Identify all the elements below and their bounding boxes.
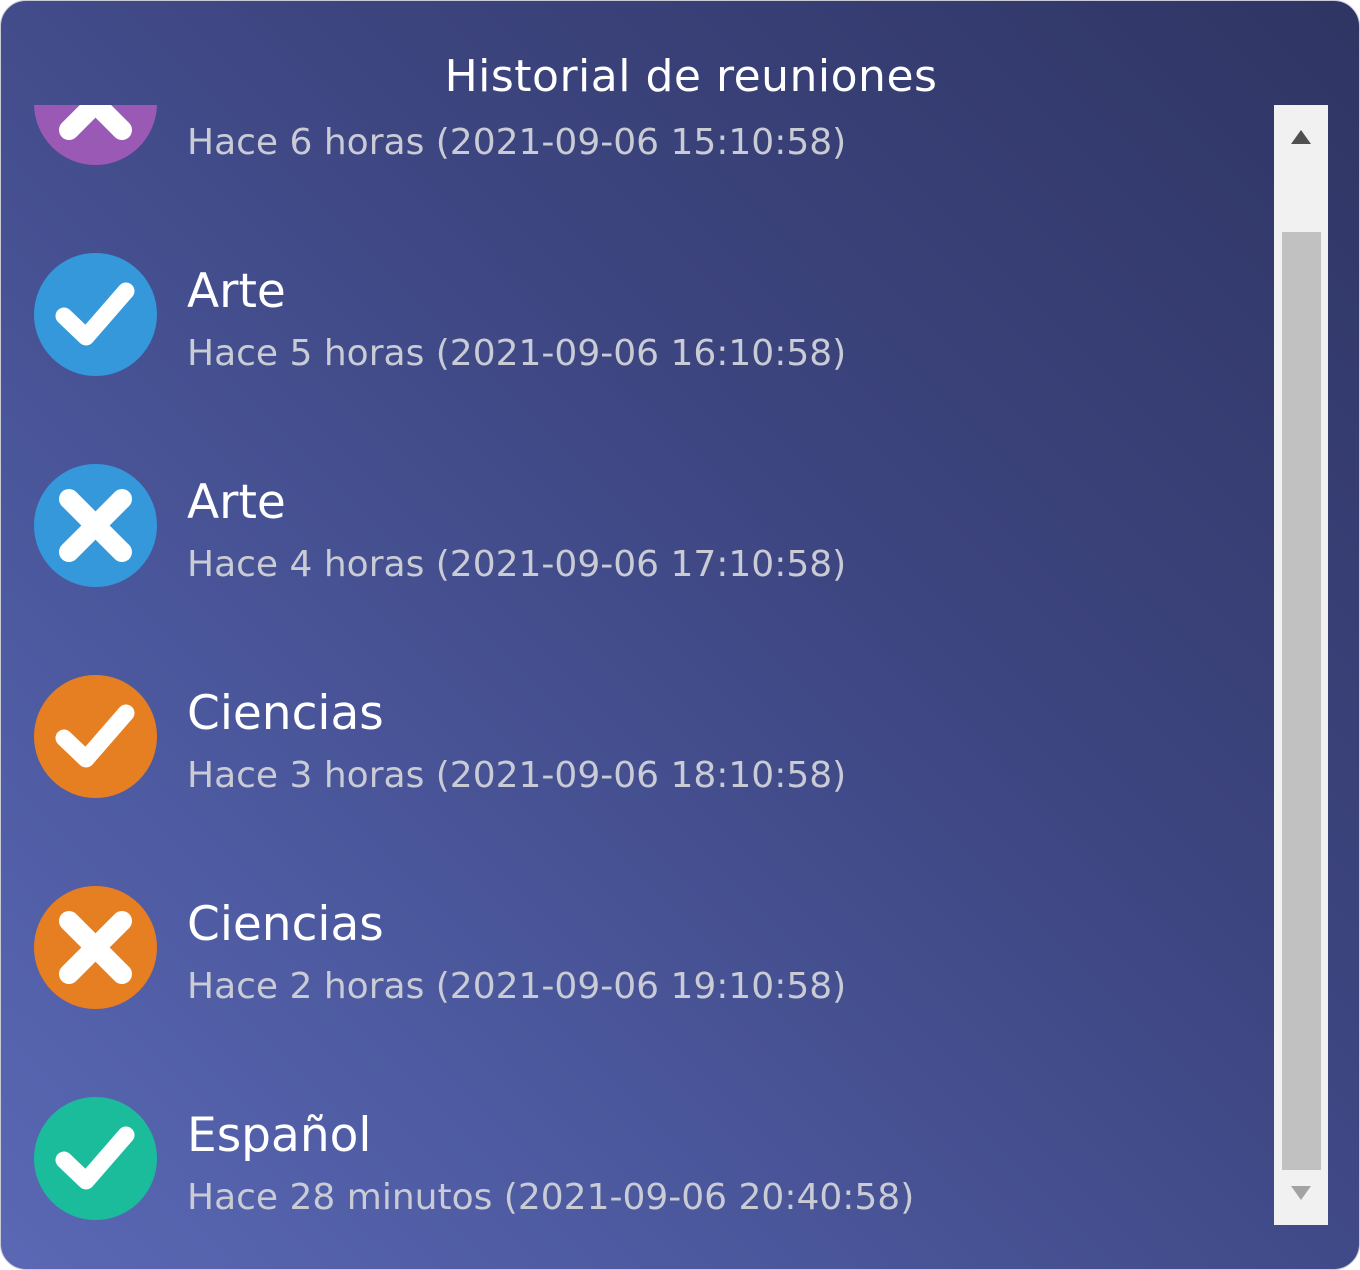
meeting-time: Hace 4 horas (2021-09-06 17:10:58) (187, 544, 847, 585)
status-badge-absent (34, 105, 157, 165)
meeting-subject: Arte (187, 264, 286, 319)
list-item[interactable]: Ciencias Hace 2 horas (2021-09-06 19:10:… (1, 841, 1261, 1052)
triangle-down-icon (1291, 1186, 1311, 1200)
x-icon (34, 105, 157, 165)
list-item[interactable]: Arte Hace 4 horas (2021-09-06 17:10:58) (1, 419, 1261, 630)
list-item[interactable]: Arte Hace 5 horas (2021-09-06 16:10:58) (1, 208, 1261, 419)
status-badge-absent (34, 464, 157, 587)
meeting-subject: Ciencias (187, 897, 384, 952)
list-item[interactable]: Ciencias Hace 3 horas (2021-09-06 18:10:… (1, 630, 1261, 841)
vertical-scrollbar[interactable] (1274, 105, 1328, 1225)
meeting-time: Hace 3 horas (2021-09-06 18:10:58) (187, 755, 847, 796)
x-icon (34, 886, 157, 1009)
status-badge-absent (34, 886, 157, 1009)
scroll-down-button[interactable] (1274, 1169, 1328, 1219)
triangle-up-icon (1291, 130, 1311, 144)
meeting-list-viewport[interactable]: Hace 6 horas (2021-09-06 15:10:58) Arte … (1, 105, 1261, 1269)
meeting-subject: Ciencias (187, 686, 384, 741)
meeting-time: Hace 2 horas (2021-09-06 19:10:58) (187, 966, 847, 1007)
page-title: Historial de reuniones (444, 51, 938, 102)
list-item[interactable]: Hace 6 horas (2021-09-06 15:10:58) (1, 105, 1261, 208)
meeting-time: Hace 28 minutos (2021-09-06 20:40:58) (187, 1177, 915, 1218)
scroll-up-button[interactable] (1274, 113, 1328, 163)
list-item[interactable]: Español Hace 28 minutos (2021-09-06 20:4… (1, 1052, 1261, 1263)
meeting-time: Hace 6 horas (2021-09-06 15:10:58) (187, 122, 847, 163)
meeting-subject: Español (187, 1108, 372, 1163)
meeting-subject: Arte (187, 475, 286, 530)
meeting-time: Hace 5 horas (2021-09-06 16:10:58) (187, 333, 847, 374)
status-badge-attended (34, 1097, 157, 1220)
scroll-thumb[interactable] (1282, 232, 1321, 1170)
meeting-list: Hace 6 horas (2021-09-06 15:10:58) Arte … (1, 105, 1261, 1263)
check-icon (34, 253, 157, 376)
check-icon (34, 675, 157, 798)
status-badge-attended (34, 675, 157, 798)
meeting-history-panel: Historial de reuniones Hace 6 horas (202… (0, 0, 1360, 1270)
check-icon (34, 1097, 157, 1220)
x-icon (34, 464, 157, 587)
status-badge-attended (34, 253, 157, 376)
